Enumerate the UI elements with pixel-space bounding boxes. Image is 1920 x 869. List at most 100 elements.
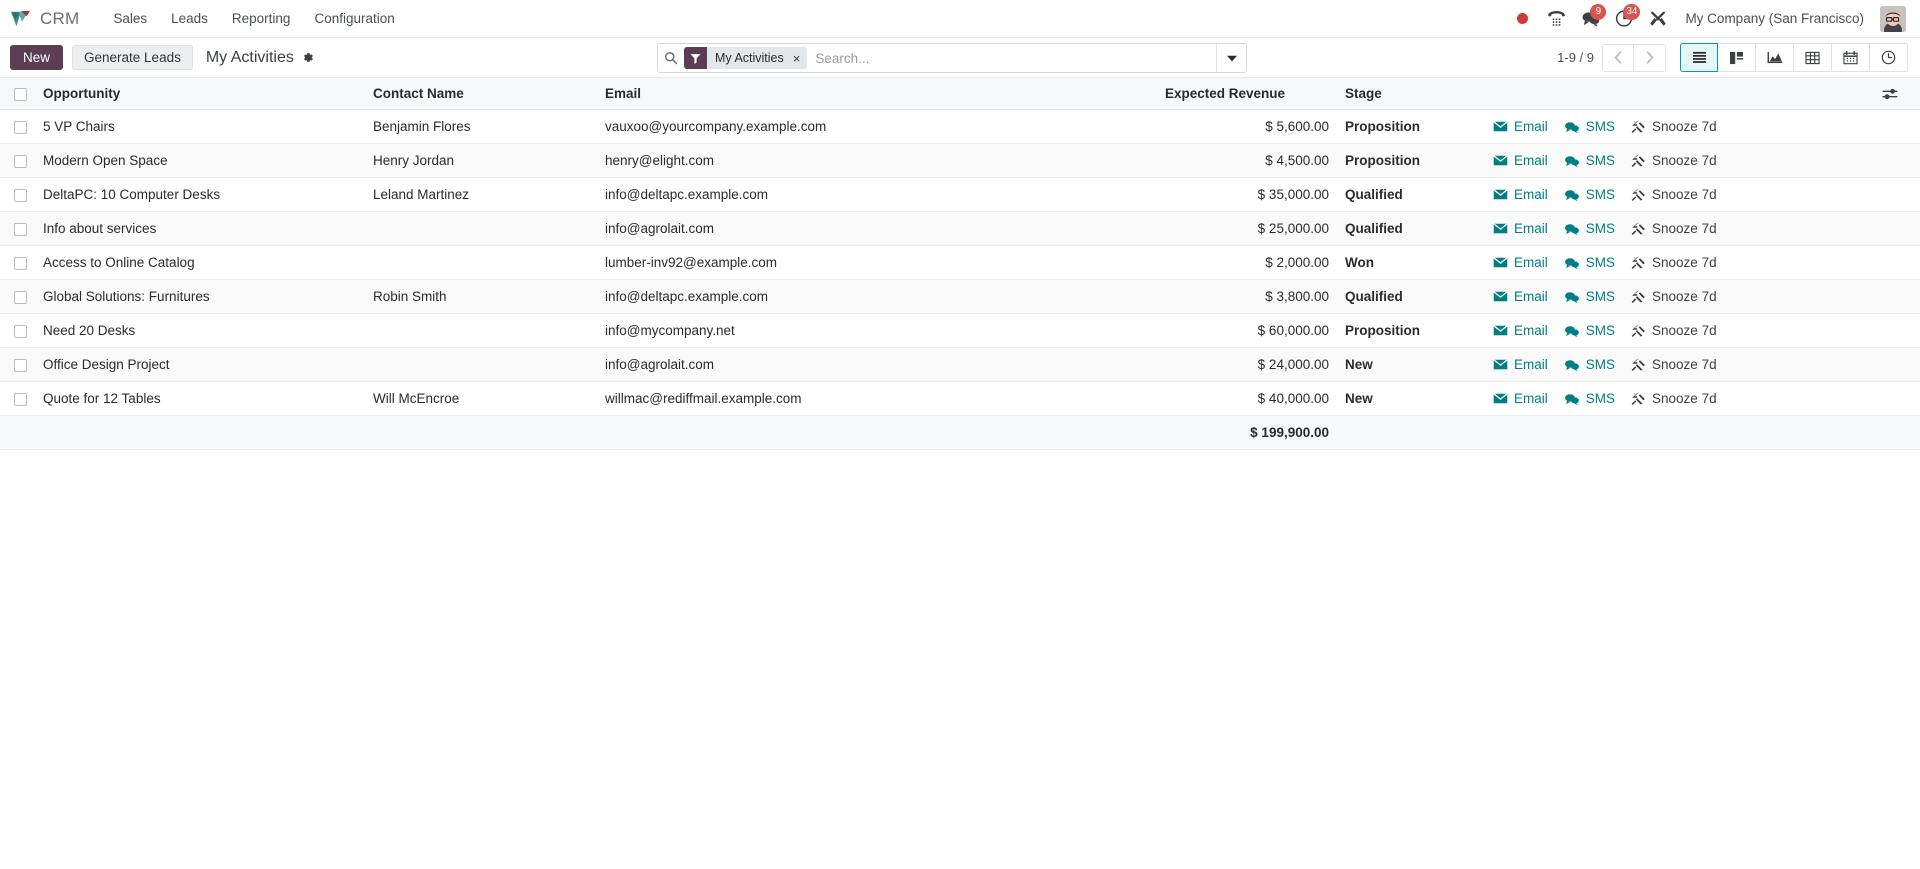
menu-item-sales[interactable]: Sales (101, 3, 159, 34)
table-row[interactable]: Global Solutions: Furnitures Robin Smith… (0, 279, 1920, 314)
snooze-action-button[interactable]: Snooze 7d (1631, 357, 1717, 372)
snooze-icon (1631, 392, 1646, 405)
row-checkbox[interactable] (14, 256, 27, 270)
main-menu: Sales Leads Reporting Configuration (101, 3, 406, 34)
cell-stage: Qualified (1337, 177, 1485, 212)
snooze-action-button[interactable]: Snooze 7d (1631, 153, 1717, 168)
menu-item-reporting[interactable]: Reporting (220, 3, 303, 34)
column-header-contact-name[interactable]: Contact Name (365, 78, 597, 110)
cell-opportunity: Need 20 Desks (35, 313, 365, 348)
table-row[interactable]: Office Design Project info@agrolait.com … (0, 347, 1920, 382)
graph-view-icon[interactable] (1756, 43, 1794, 72)
row-checkbox[interactable] (14, 120, 27, 134)
sms-action-label: SMS (1585, 119, 1616, 134)
sms-action-button[interactable]: SMS (1564, 323, 1615, 338)
cell-email: info@agrolait.com (597, 211, 1157, 246)
sms-action-button[interactable]: SMS (1564, 221, 1615, 236)
table-row[interactable]: Quote for 12 Tables Will McEncroe willma… (0, 381, 1920, 416)
row-checkbox[interactable] (14, 188, 27, 202)
email-action-button[interactable]: Email (1493, 357, 1548, 372)
table-row[interactable]: Modern Open Space Henry Jordan henry@eli… (0, 143, 1920, 178)
sms-action-button[interactable]: SMS (1564, 153, 1615, 168)
row-checkbox[interactable] (14, 358, 27, 372)
sms-action-button[interactable]: SMS (1564, 119, 1615, 134)
cell-actions: Email SMS Snooze 7d (1485, 211, 1874, 246)
cell-contact-name: Will McEncroe (365, 381, 597, 416)
column-header-expected-revenue[interactable]: Expected Revenue (1157, 78, 1337, 110)
snooze-action-label: Snooze 7d (1652, 391, 1717, 406)
table-row[interactable]: DeltaPC: 10 Computer Desks Leland Martin… (0, 177, 1920, 212)
column-header-opportunity[interactable]: Opportunity (35, 78, 365, 110)
email-action-button[interactable]: Email (1493, 153, 1548, 168)
menu-item-leads[interactable]: Leads (159, 3, 220, 34)
sms-action-button[interactable]: SMS (1564, 289, 1615, 304)
chevron-left-icon[interactable] (1602, 43, 1634, 72)
cell-opportunity: DeltaPC: 10 Computer Desks (35, 177, 365, 212)
snooze-icon (1631, 154, 1646, 167)
table-row[interactable]: Need 20 Desks info@mycompany.net $ 60,00… (0, 313, 1920, 348)
sms-action-button[interactable]: SMS (1564, 391, 1615, 406)
table-row[interactable]: 5 VP Chairs Benjamin Flores vauxoo@yourc… (0, 109, 1920, 144)
email-action-button[interactable]: Email (1493, 221, 1548, 236)
search-facet-label: My Activities (707, 47, 790, 69)
snooze-action-button[interactable]: Snooze 7d (1631, 391, 1717, 406)
email-action-button[interactable]: Email (1493, 323, 1548, 338)
select-all-checkbox[interactable] (14, 87, 27, 101)
activities-clock-icon[interactable]: 34 (1607, 2, 1641, 36)
search-input[interactable] (807, 44, 1216, 72)
sliders-toggle-icon[interactable] (1874, 78, 1920, 110)
voip-phone-icon[interactable] (1539, 2, 1573, 36)
chevron-right-icon[interactable] (1634, 43, 1666, 72)
top-navbar: CRM Sales Leads Reporting Configuration (0, 0, 1920, 38)
cell-expected-revenue: $ 2,000.00 (1157, 245, 1337, 280)
sms-action-button[interactable]: SMS (1564, 357, 1615, 372)
gear-icon[interactable] (301, 51, 314, 64)
snooze-action-button[interactable]: Snooze 7d (1631, 255, 1717, 270)
avatar[interactable] (1880, 5, 1906, 32)
snooze-action-button[interactable]: Snooze 7d (1631, 289, 1717, 304)
table-row[interactable]: Access to Online Catalog lumber-inv92@ex… (0, 245, 1920, 280)
row-checkbox[interactable] (14, 154, 27, 168)
column-header-email[interactable]: Email (597, 78, 1157, 110)
sms-chat-icon (1564, 257, 1580, 269)
activity-view-icon[interactable] (1870, 43, 1908, 72)
new-button[interactable]: New (10, 45, 64, 70)
app-brand[interactable]: CRM (10, 9, 79, 29)
calendar-view-icon[interactable] (1832, 43, 1870, 72)
search-facet-my-activities[interactable]: My Activities × (684, 47, 808, 69)
list-view-icon[interactable] (1680, 43, 1718, 72)
email-action-button[interactable]: Email (1493, 391, 1548, 406)
sms-action-label: SMS (1585, 357, 1616, 372)
generate-leads-button[interactable]: Generate Leads (72, 45, 193, 70)
search-facet-remove-icon[interactable]: × (789, 47, 808, 69)
row-select-cell (0, 109, 35, 144)
snooze-action-button[interactable]: Snooze 7d (1631, 187, 1717, 202)
snooze-action-button[interactable]: Snooze 7d (1631, 119, 1717, 134)
chevron-down-icon[interactable] (1216, 44, 1246, 72)
record-dot-icon[interactable] (1505, 2, 1539, 36)
kanban-view-icon[interactable] (1718, 43, 1756, 72)
email-action-button[interactable]: Email (1493, 255, 1548, 270)
email-action-label: Email (1514, 289, 1548, 304)
sms-action-button[interactable]: SMS (1564, 187, 1615, 202)
email-action-button[interactable]: Email (1493, 187, 1548, 202)
sms-chat-icon (1564, 325, 1580, 337)
snooze-action-button[interactable]: Snooze 7d (1631, 323, 1717, 338)
snooze-action-button[interactable]: Snooze 7d (1631, 221, 1717, 236)
menu-item-configuration[interactable]: Configuration (302, 3, 406, 34)
messages-chat-icon[interactable]: 9 (1573, 2, 1607, 36)
email-action-button[interactable]: Email (1493, 119, 1548, 134)
column-header-stage[interactable]: Stage (1337, 78, 1485, 110)
cell-contact-name: Henry Jordan (365, 143, 597, 178)
company-switcher[interactable]: My Company (San Francisco) (1675, 3, 1874, 34)
email-action-button[interactable]: Email (1493, 289, 1548, 304)
row-checkbox[interactable] (14, 392, 27, 406)
row-checkbox[interactable] (14, 324, 27, 338)
cell-optional (1874, 313, 1920, 348)
debug-tools-icon[interactable] (1641, 2, 1675, 36)
row-checkbox[interactable] (14, 222, 27, 236)
table-row[interactable]: Info about services info@agrolait.com $ … (0, 211, 1920, 246)
pivot-view-icon[interactable] (1794, 43, 1832, 72)
sms-action-button[interactable]: SMS (1564, 255, 1615, 270)
row-checkbox[interactable] (14, 290, 27, 304)
